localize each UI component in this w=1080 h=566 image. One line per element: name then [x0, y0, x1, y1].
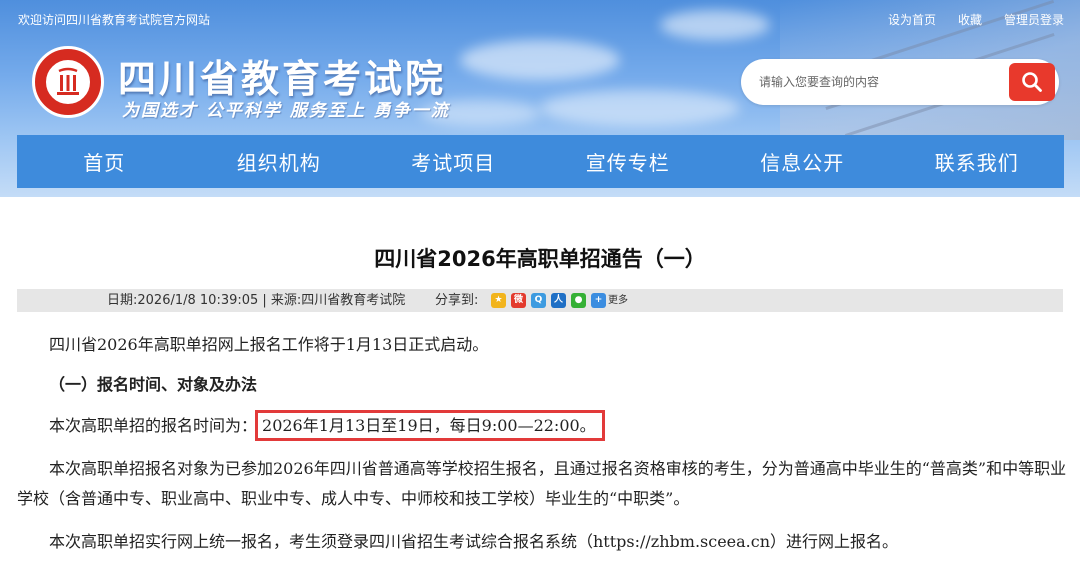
article-paragraph: 本次高职单招报名对象为已参加2026年四川省普通高等学校招生报名，且通过报名资格… [17, 459, 1067, 508]
nav-organization[interactable]: 组织机构 [192, 135, 367, 188]
share-icons: ★ 微 Q 人 ● + 更多 [491, 293, 628, 308]
header-cloud [460, 40, 620, 80]
search-button[interactable] [1009, 63, 1055, 101]
nav-information-disclosure[interactable]: 信息公开 [715, 135, 890, 188]
nav-contact-us[interactable]: 联系我们 [890, 135, 1065, 188]
nav-home[interactable]: 首页 [17, 135, 192, 188]
logo-emblem [44, 58, 92, 106]
site-logo[interactable] [32, 46, 104, 118]
admin-login-link[interactable]: 管理员登录 [1004, 11, 1064, 28]
site-title: 四川省教育考试院 [118, 57, 447, 101]
article-meta-bar: 日期:2026/1/8 10:39:05 | 来源:四川省教育考试院 分享到: … [17, 289, 1063, 312]
topbar-links: 设为首页 收藏 管理员登录 [888, 11, 1064, 28]
tencent-weibo-icon[interactable]: Q [531, 293, 546, 308]
logo-mark-icon [57, 67, 79, 95]
header-cloud [660, 10, 770, 40]
nav-publicity[interactable]: 宣传专栏 [541, 135, 716, 188]
registration-time-highlight: 2026年1月13日至19日，每日9:00—22:00。 [255, 410, 605, 441]
article-meta: 日期:2026/1/8 10:39:05 | 来源:四川省教育考试院 [107, 293, 406, 308]
qzone-icon[interactable]: ★ [491, 293, 506, 308]
bookmark-link[interactable]: 收藏 [958, 11, 982, 28]
article-title: 四川省2026年高职单招通告（一） [374, 247, 706, 271]
search-icon [1022, 72, 1042, 92]
set-homepage-link[interactable]: 设为首页 [888, 11, 936, 28]
search-input[interactable] [759, 71, 989, 93]
header-cloud [540, 90, 740, 126]
site-motto: 为国选才 公平科学 服务至上 勇争一流 [122, 101, 450, 121]
welcome-text: 欢迎访问四川省教育考试院官方网站 [18, 13, 211, 27]
search-box [741, 59, 1059, 105]
article-paragraph: 本次高职单招的报名时间为： 2026年1月13日至19日，每日9:00—22:00… [17, 410, 1067, 441]
nav-exam-programs[interactable]: 考试项目 [366, 135, 541, 188]
renren-icon[interactable]: 人 [551, 293, 566, 308]
weibo-icon[interactable]: 微 [511, 293, 526, 308]
registration-time-label: 本次高职单招的报名时间为： [49, 416, 258, 435]
more-icon[interactable]: + [591, 293, 606, 308]
main-nav: 首页 组织机构 考试项目 宣传专栏 信息公开 联系我们 [17, 135, 1064, 188]
section-heading: （一）报名时间、对象及办法 [49, 375, 258, 394]
article-paragraph: 四川省2026年高职单招网上报名工作将于1月13日正式启动。 [49, 335, 489, 354]
wechat-icon[interactable]: ● [571, 293, 586, 308]
share-more-link[interactable]: 更多 [608, 293, 628, 308]
site-header: 欢迎访问四川省教育考试院官方网站 设为首页 收藏 管理员登录 四川省教育考试院 … [0, 0, 1080, 197]
share-label: 分享到: [435, 293, 479, 308]
article-paragraph: 本次高职单招实行网上统一报名，考生须登录四川省招生考试综合报名系统（https:… [49, 532, 899, 551]
